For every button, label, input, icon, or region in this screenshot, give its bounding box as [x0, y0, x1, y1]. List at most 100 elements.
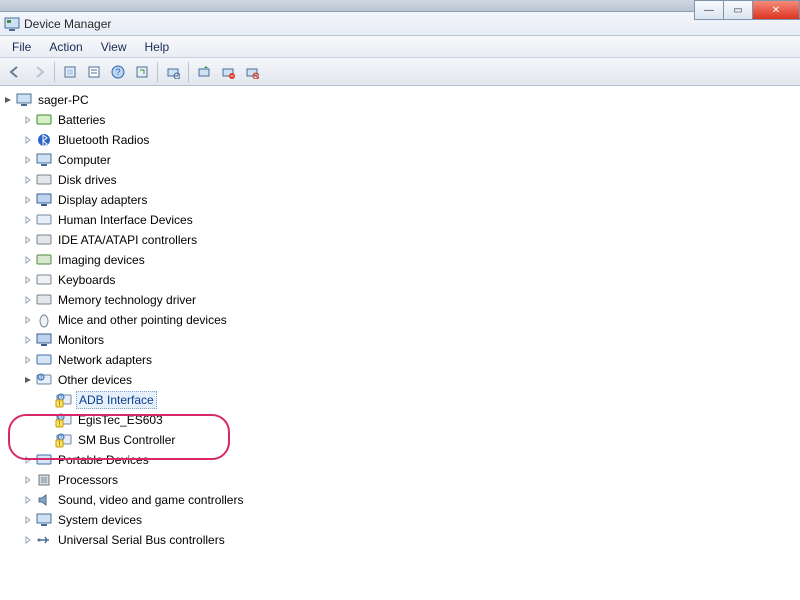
category-label: Sound, video and game controllers — [56, 492, 245, 508]
refresh-icon[interactable] — [131, 61, 153, 83]
toolbar-separator — [157, 62, 158, 82]
unknown-category-icon: ? — [36, 372, 52, 388]
update-driver-icon[interactable] — [193, 61, 215, 83]
category-node[interactable]: Bluetooth Radios — [22, 130, 796, 150]
device-node[interactable]: ?!SM Bus Controller — [42, 430, 796, 450]
device-category-icon — [36, 312, 52, 328]
category-label: Memory technology driver — [56, 292, 198, 308]
device-node[interactable]: ?!ADB Interface — [42, 390, 796, 410]
toolbar: ? — [0, 58, 800, 86]
collapse-icon[interactable] — [22, 374, 34, 386]
category-node[interactable]: Processors — [22, 470, 796, 490]
properties-icon[interactable] — [83, 61, 105, 83]
device-label: ADB Interface — [76, 391, 157, 409]
category-node[interactable]: Portable Devices — [22, 450, 796, 470]
category-label: Monitors — [56, 332, 106, 348]
expand-icon[interactable] — [22, 114, 34, 126]
root-node[interactable]: sager-PC — [2, 90, 796, 110]
category-node-other-devices[interactable]: ? Other devices — [22, 370, 796, 390]
expand-icon[interactable] — [22, 154, 34, 166]
expand-icon[interactable] — [22, 234, 34, 246]
category-node[interactable]: Universal Serial Bus controllers — [22, 530, 796, 550]
menu-view[interactable]: View — [93, 38, 135, 56]
expand-icon[interactable] — [22, 534, 34, 546]
toolbar-separator — [54, 62, 55, 82]
expand-icon[interactable] — [22, 514, 34, 526]
expand-icon[interactable] — [22, 454, 34, 466]
expand-icon[interactable] — [22, 294, 34, 306]
category-node[interactable]: Keyboards — [22, 270, 796, 290]
device-tree[interactable]: sager-PC Batteries Bluetooth Radios Comput… — [0, 86, 800, 600]
category-label: Computer — [56, 152, 113, 168]
menu-help[interactable]: Help — [137, 38, 178, 56]
expand-icon[interactable] — [22, 314, 34, 326]
category-node[interactable]: Memory technology driver — [22, 290, 796, 310]
device-label: SM Bus Controller — [76, 432, 177, 448]
category-node[interactable]: Mice and other pointing devices — [22, 310, 796, 330]
device-category-icon — [36, 472, 52, 488]
category-node[interactable]: Display adapters — [22, 190, 796, 210]
maximize-button[interactable]: ▭ — [723, 0, 753, 20]
device-category-icon — [36, 292, 52, 308]
device-category-icon — [36, 252, 52, 268]
device-category-icon — [36, 172, 52, 188]
device-category-icon — [36, 212, 52, 228]
scan-hardware-icon[interactable] — [162, 61, 184, 83]
device-category-icon — [36, 452, 52, 468]
minimize-button[interactable]: — — [694, 0, 724, 20]
category-node[interactable]: IDE ATA/ATAPI controllers — [22, 230, 796, 250]
expand-icon[interactable] — [22, 354, 34, 366]
svg-text:!: ! — [59, 441, 61, 448]
category-node[interactable]: Computer — [22, 150, 796, 170]
category-label: Other devices — [56, 372, 134, 388]
device-category-icon — [36, 332, 52, 348]
category-node[interactable]: Batteries — [22, 110, 796, 130]
category-label: Bluetooth Radios — [56, 132, 151, 148]
expand-icon[interactable] — [22, 494, 34, 506]
expand-icon[interactable] — [22, 214, 34, 226]
menu-action[interactable]: Action — [41, 38, 90, 56]
category-label: Keyboards — [56, 272, 117, 288]
category-label: Mice and other pointing devices — [56, 312, 229, 328]
show-hidden-icon[interactable] — [59, 61, 81, 83]
expand-icon[interactable] — [22, 174, 34, 186]
category-node[interactable]: Disk drives — [22, 170, 796, 190]
device-category-icon — [36, 352, 52, 368]
close-button[interactable]: ✕ — [752, 0, 800, 20]
menu-file[interactable]: File — [4, 38, 39, 56]
category-node[interactable]: System devices — [22, 510, 796, 530]
back-icon[interactable] — [4, 61, 26, 83]
device-category-icon — [36, 192, 52, 208]
expand-icon[interactable] — [22, 274, 34, 286]
expand-icon[interactable] — [22, 194, 34, 206]
device-category-icon — [36, 132, 52, 148]
expand-icon[interactable] — [22, 474, 34, 486]
category-node[interactable]: Monitors — [22, 330, 796, 350]
category-label: Imaging devices — [56, 252, 147, 268]
expand-icon[interactable] — [22, 254, 34, 266]
expand-icon[interactable] — [22, 334, 34, 346]
uninstall-icon[interactable] — [217, 61, 239, 83]
svg-text:?: ? — [40, 375, 43, 381]
category-label: Display adapters — [56, 192, 149, 208]
window-buttons: — ▭ ✕ — [695, 0, 800, 20]
category-node[interactable]: Imaging devices — [22, 250, 796, 270]
toolbar-separator — [188, 62, 189, 82]
category-node[interactable]: Sound, video and game controllers — [22, 490, 796, 510]
device-category-icon — [36, 532, 52, 548]
forward-icon[interactable] — [28, 61, 50, 83]
device-category-icon — [36, 152, 52, 168]
category-node[interactable]: Human Interface Devices — [22, 210, 796, 230]
device-category-icon — [36, 232, 52, 248]
device-category-icon — [36, 492, 52, 508]
category-label: Network adapters — [56, 352, 154, 368]
disable-icon[interactable] — [241, 61, 263, 83]
unknown-device-icon: ?! — [56, 392, 72, 408]
category-node[interactable]: Network adapters — [22, 350, 796, 370]
help-icon[interactable]: ? — [107, 61, 129, 83]
category-label: Universal Serial Bus controllers — [56, 532, 227, 548]
collapse-icon[interactable] — [2, 94, 14, 106]
background-strip — [0, 0, 800, 12]
expand-icon[interactable] — [22, 134, 34, 146]
device-node[interactable]: ?!EgisTec_ES603 — [42, 410, 796, 430]
